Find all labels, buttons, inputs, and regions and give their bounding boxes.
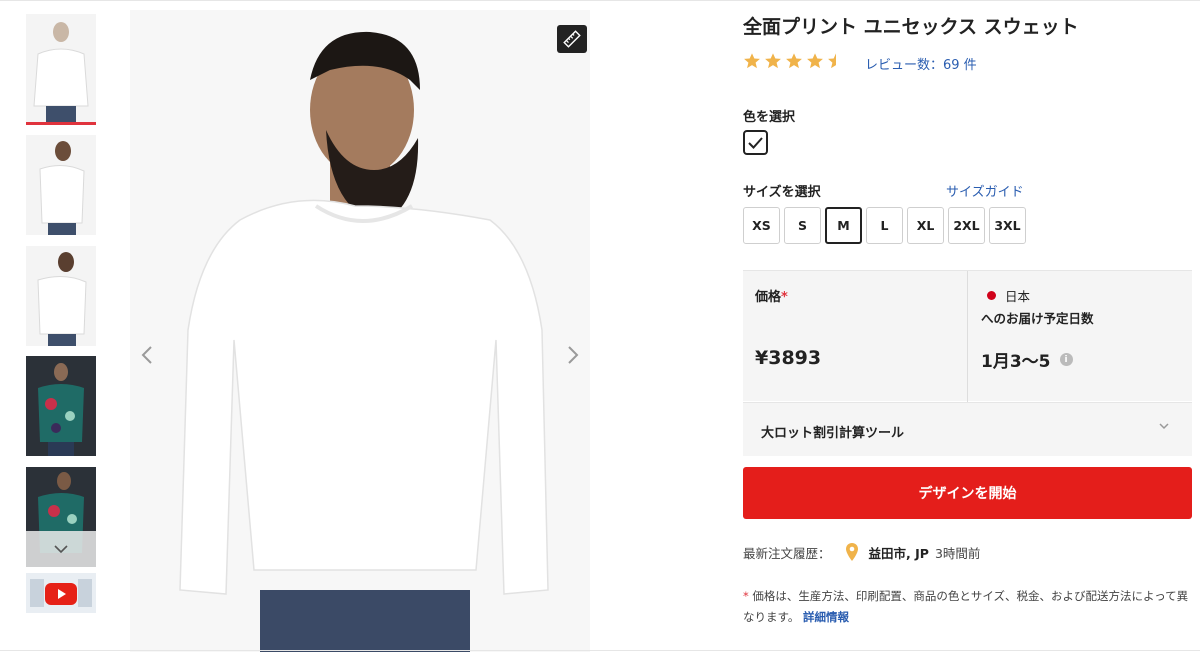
- shipping-country-label: 日本: [1005, 289, 1031, 304]
- star-icon: [786, 53, 802, 69]
- more-info-link[interactable]: 詳細情報: [803, 610, 849, 624]
- thumbnail-video[interactable]: [26, 573, 96, 613]
- youtube-play-icon: [45, 583, 77, 605]
- star-icon: [744, 53, 760, 69]
- chevron-down-icon: [1159, 423, 1169, 430]
- size-option-3xl[interactable]: 3XL: [989, 207, 1026, 244]
- size-option-l[interactable]: L: [866, 207, 903, 244]
- shipping-title: へのお届け予定日数: [981, 311, 1094, 326]
- size-option-2xl[interactable]: 2XL: [948, 207, 985, 244]
- price-label-text: 価格: [755, 290, 782, 305]
- price-label: 価格*: [755, 286, 788, 305]
- recent-order: 最新注文履歴： 益田市, JP 3時間前: [743, 542, 980, 562]
- prev-image-button[interactable]: [132, 340, 162, 370]
- bulk-discount-calculator[interactable]: 大ロット割引計算ツール: [743, 402, 1192, 456]
- size-label: サイズを選択: [743, 185, 821, 200]
- color-label: 色を選択: [743, 110, 796, 125]
- recent-order-city: 益田市, JP: [868, 545, 929, 561]
- info-icon[interactable]: i: [1059, 353, 1073, 366]
- recent-order-time: 3時間前: [934, 545, 981, 561]
- size-options: XS S M L XL 2XL 3XL: [743, 207, 1030, 244]
- size-guide-link[interactable]: サイズガイド: [946, 181, 1024, 200]
- size-option-s[interactable]: S: [784, 207, 821, 244]
- divider: [967, 271, 968, 402]
- price-value: ¥3893: [755, 347, 822, 369]
- required-mark: *: [781, 290, 788, 305]
- ruler-icon: [563, 30, 581, 48]
- shipping-estimate-value: 1月3〜5: [981, 352, 1051, 372]
- review-count-link[interactable]: レビュー数：69 件: [865, 54, 977, 73]
- rating-stars: [743, 52, 845, 70]
- product-title: 全面プリント ユニセックス スウェット: [743, 16, 1079, 38]
- checkmark-icon: [748, 136, 763, 149]
- required-mark: *: [743, 589, 749, 603]
- top-divider: [0, 0, 1200, 4]
- chevron-down-icon: [54, 545, 68, 554]
- thumbnail-pattern-front[interactable]: [26, 356, 96, 456]
- recent-order-label: 最新注文履歴：: [743, 545, 831, 561]
- size-option-xl[interactable]: XL: [907, 207, 944, 244]
- bottom-divider: [0, 650, 1200, 651]
- thumbnail-white-side[interactable]: [26, 135, 96, 235]
- star-icon: [807, 53, 823, 69]
- size-option-xs[interactable]: XS: [743, 207, 780, 244]
- next-image-button[interactable]: [558, 340, 588, 370]
- chevron-left-icon: [141, 346, 152, 364]
- start-design-button[interactable]: デザインを開始: [743, 467, 1192, 519]
- thumbnail-pattern-back[interactable]: [26, 467, 96, 567]
- price-shipping-box: 価格* ¥3893 日本 へのお届け予定日数 1月3〜5 i: [743, 270, 1192, 402]
- main-product-image: [130, 10, 590, 652]
- price-note: * 価格は、生産方法、印刷配置、商品の色とサイズ、税金、および配送方法によって異…: [743, 586, 1193, 628]
- size-option-m[interactable]: M: [825, 207, 862, 244]
- map-pin-icon: [845, 543, 858, 561]
- size-ruler-button[interactable]: [557, 25, 587, 53]
- half-star-icon: [828, 53, 836, 69]
- bulk-discount-label: 大ロット割引計算ツール: [761, 426, 905, 441]
- color-swatch-white[interactable]: [743, 130, 768, 155]
- chevron-right-icon: [568, 346, 579, 364]
- shipping-estimate: 1月3〜5 i: [981, 347, 1073, 372]
- shipping-country[interactable]: 日本: [987, 286, 1030, 305]
- japan-flag-icon: [987, 291, 996, 300]
- thumbnail-white-back[interactable]: [26, 246, 96, 346]
- thumbnail-white-front[interactable]: [26, 14, 96, 125]
- star-icon: [765, 53, 781, 69]
- thumbnail-scroll-down[interactable]: [26, 531, 96, 567]
